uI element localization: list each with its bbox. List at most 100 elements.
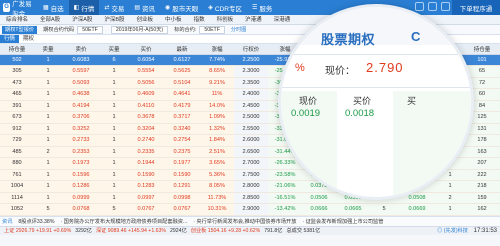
table-cell: 1 — [100, 111, 128, 124]
table-cell: 1 — [100, 65, 128, 78]
table-cell: 0.2754 — [164, 134, 200, 147]
index-quote[interactable]: 791.8亿 — [264, 228, 282, 234]
table-cell: 0.2740 — [128, 134, 164, 147]
subnav-item[interactable]: 全部A股 — [34, 15, 66, 24]
subnav-item[interactable]: 沪深B股 — [98, 15, 130, 24]
topnav-item[interactable]: ◈ CDR专区 — [203, 0, 247, 15]
news-item[interactable]: · 国务院办公厅发布大规模地方政府债券项目配套融资... — [60, 219, 187, 225]
table-cell: 1 — [34, 111, 62, 124]
topnav-item[interactable]: ◉ 股市天眼 — [160, 0, 203, 15]
index-quote[interactable]: 2924亿 — [170, 228, 187, 234]
table-cell: 0.3240 — [164, 123, 200, 135]
column-header[interactable]: 持仓量 — [464, 44, 500, 55]
index-quote[interactable]: 总成交 5381亿 — [286, 228, 320, 234]
table-cell: 0.4609 — [128, 88, 164, 101]
table-cell: 1 — [100, 77, 128, 89]
table-cell: 0.1590 — [164, 169, 200, 181]
subnav-item[interactable]: 创业板 — [131, 15, 160, 24]
subnav-item[interactable]: 中小板 — [159, 15, 188, 24]
table-cell: 2.4000 — [234, 88, 268, 101]
table-cell: 673 — [0, 111, 34, 124]
table-cell: 1 — [34, 123, 62, 135]
column-header[interactable]: 持仓量 — [0, 44, 34, 55]
topnav-label: 交易 — [111, 5, 125, 13]
table-cell: 2.5500 — [234, 123, 268, 135]
table-cell: 14.0% — [200, 100, 234, 112]
topnav-item[interactable]: ◧ 行情 — [68, 0, 100, 15]
table-cell: 305 — [0, 65, 34, 78]
table-cell: 0.2733 — [62, 134, 100, 147]
column-header[interactable]: 行权价 — [234, 44, 268, 55]
topnav-item[interactable]: ▦ 自选 — [38, 0, 69, 15]
column-header[interactable]: 卖价 — [62, 44, 100, 55]
nav-icon: ▦ — [43, 5, 49, 11]
table-cell: 1.32% — [200, 123, 234, 135]
topnav-item[interactable]: ▤ 资讯 — [129, 0, 160, 15]
underlying-select[interactable]: 50ETF — [199, 25, 225, 34]
index-quote[interactable]: 创业板 1504.16 +9.28 +0.62% — [191, 228, 261, 234]
table-cell: 1 — [34, 157, 62, 170]
news-item[interactable]: · 央行举行新闻发布会,推动中国债券市场开放 — [193, 219, 296, 225]
table-cell: 8.65% — [200, 65, 234, 78]
magnifier-pct: % — [295, 62, 305, 74]
table-cell: 0.5554 — [128, 65, 164, 78]
table-cell: 9.21% — [200, 77, 234, 89]
table-cell: 1.84% — [200, 134, 234, 147]
table-cell: 473 — [0, 77, 34, 89]
table-cell: 1 — [34, 65, 62, 78]
tab-item[interactable]: 期权 — [19, 35, 38, 43]
subnav-item[interactable]: 科创板 — [211, 15, 240, 24]
index-quote[interactable]: 深证 9089.46 +145.94 +1.63% — [96, 228, 166, 234]
month-select[interactable]: 2019年06月-A(50天) — [110, 25, 169, 34]
column-header[interactable]: 卖量 — [34, 44, 62, 55]
table-cell: 2.8000 — [234, 180, 268, 193]
index-quote[interactable]: 3292亿 — [75, 228, 92, 234]
table-cell: 1 — [34, 169, 62, 181]
table-cell: 5 — [34, 203, 62, 216]
table-cell: 0.0998 — [164, 192, 200, 204]
table-cell: 0.5597 — [62, 65, 100, 78]
table-cell: 0.0999 — [62, 192, 100, 204]
subnav-item[interactable]: 指数 — [188, 15, 211, 24]
table-cell: 1 — [34, 88, 62, 101]
index-quote[interactable]: 上证 2926.79 +19.91 +0.69% — [4, 228, 71, 234]
table-cell: 0.1286 — [62, 180, 100, 193]
timeshare-link[interactable]: 分时图 — [231, 26, 247, 33]
subnav-item[interactable]: 综合排名 — [0, 15, 34, 24]
clock: 17:31:53 — [473, 228, 497, 234]
subnav-item[interactable]: 沪深A股 — [66, 15, 98, 24]
table-cell: 2.3000 — [234, 65, 268, 78]
table-cell: 3.65% — [200, 157, 234, 170]
topnav-item[interactable]: ⇄ 交易 — [99, 0, 129, 15]
column-header[interactable]: 买价 — [128, 44, 164, 55]
column-header[interactable]: 涨幅 — [200, 44, 234, 55]
table-cell: 5 — [370, 203, 398, 216]
table-cell: 1052 — [0, 203, 34, 216]
table-cell: 880 — [0, 157, 34, 170]
magnifier-col-header: 现价 — [299, 96, 318, 106]
variety-label: 期权合约代码 — [43, 27, 75, 33]
table-cell: 391 — [0, 100, 34, 112]
table-cell: 2.5000 — [234, 111, 268, 124]
tab-item[interactable]: 行情 — [0, 35, 20, 43]
table-cell: 0.4179 — [164, 100, 200, 112]
table-cell: 5 — [100, 203, 128, 216]
subnav-item[interactable]: 沪港通 — [239, 15, 268, 24]
news-item[interactable]: 8股点评33.38% — [18, 219, 54, 225]
topnav-label: CDR专区 — [214, 5, 243, 13]
nav-icon: ◉ — [165, 5, 171, 11]
divider — [281, 87, 471, 88]
variety-select[interactable]: 50ETF — [77, 25, 103, 34]
column-header[interactable]: 最新 — [164, 44, 200, 55]
table-cell: 1 — [34, 54, 62, 66]
table-cell: 0.1283 — [128, 180, 164, 193]
table-cell: 0.3717 — [164, 111, 200, 124]
t-quote-tag[interactable]: 期权T型报价 — [2, 25, 38, 34]
column-header[interactable]: 买量 — [100, 44, 128, 55]
table-cell: 0.1596 — [62, 169, 100, 181]
topnav-item[interactable]: ☰ 服务 — [247, 0, 277, 15]
table-row[interactable]: 1052 5 0.0768 5 0.0767 0.0767 10.31% 2.9000 -13.… — [0, 203, 500, 216]
table-cell: 912 — [0, 123, 34, 135]
news-item[interactable]: · 证监会发布新规加强上市公司监管 — [302, 219, 383, 225]
table-cell: 0.6083 — [62, 54, 100, 66]
